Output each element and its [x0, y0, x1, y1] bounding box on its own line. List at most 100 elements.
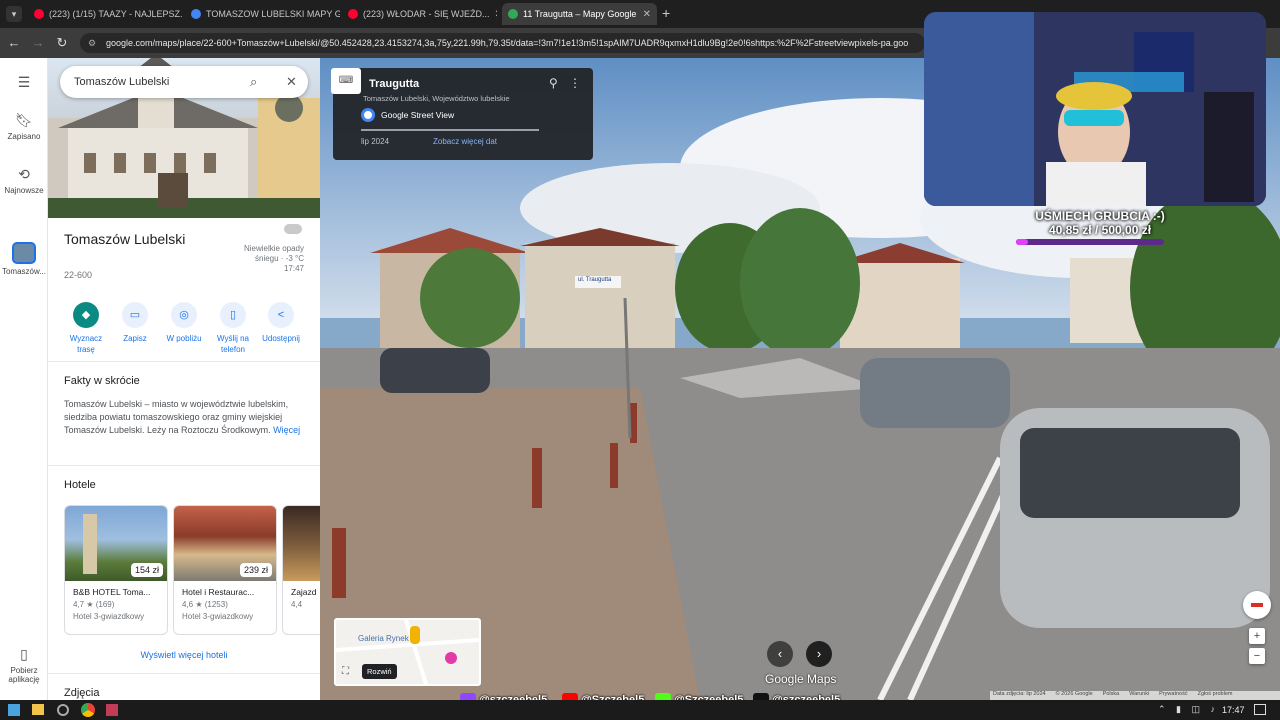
- phone-icon: ▯: [20, 646, 28, 662]
- webcam-overlay: [924, 12, 1266, 206]
- action-label: Udostępnij: [262, 334, 300, 343]
- hotel-card[interactable]: 239 zł Hotel i Restaurac... 4,6 ★ (1253)…: [173, 505, 277, 635]
- donation-goal: UŚMIECH GRUBCIA :-) 40,85 zł / 500,00 zł: [1000, 209, 1200, 237]
- location-pin-icon[interactable]: ⚲: [549, 76, 558, 90]
- pan-right-button[interactable]: ›: [806, 641, 832, 667]
- browser-tab-1[interactable]: (223) (1/15) TAAZY - NAJLEPSZ...✕: [28, 3, 183, 25]
- close-tab-icon[interactable]: ✕: [495, 9, 497, 20]
- nearby-button[interactable]: ◎ W pobliżu: [159, 302, 209, 344]
- rail-item-download-app[interactable]: ▯ Pobierz aplikację: [0, 646, 48, 684]
- directions-button[interactable]: ◆ Wyznacz trasę: [61, 302, 111, 355]
- hotel-price: 239 zł: [239, 563, 272, 577]
- browser-tab-3[interactable]: (223) WŁODAR - SIĘ WJEŹD... ✕: [342, 3, 497, 25]
- os-taskbar: ⌃ ▮ ◫ ♪ 17:47: [0, 700, 1280, 720]
- compass-needle: [1251, 603, 1263, 607]
- donation-amount: 40,85 zł: [1048, 223, 1092, 237]
- donation-separator: /: [1094, 223, 1099, 237]
- zoom-out-button[interactable]: −: [1249, 648, 1265, 664]
- hotel-rating: 4,7 ★ (169): [73, 600, 115, 609]
- rail-item-place[interactable]: Tomaszów...: [0, 242, 48, 276]
- hotel-name: B&B HOTEL Toma...: [73, 587, 151, 597]
- footer-report[interactable]: Zgłoś problem: [1198, 691, 1233, 700]
- browser-tab-2[interactable]: TOMASZOW LUBELSKI MAPY G...✕: [185, 3, 340, 25]
- facts-heading: Fakty w skrócie: [64, 375, 140, 387]
- hotel-card[interactable]: 154 zł B&B HOTEL Toma... 4,7 ★ (169) Hot…: [64, 505, 168, 635]
- forward-arrow-icon[interactable]: →: [28, 33, 48, 53]
- fullscreen-icon[interactable]: ⛶: [342, 666, 349, 677]
- weather-temp: śniegu · -3 °C: [255, 254, 304, 263]
- rail-item-saved[interactable]: 🔖︎ Zapisano: [0, 112, 48, 141]
- share-button[interactable]: < Udostępnij: [256, 302, 306, 344]
- app-icon[interactable]: [106, 704, 118, 716]
- zoom-in-button[interactable]: +: [1249, 628, 1265, 644]
- bookmark-icon: ▭: [122, 302, 148, 328]
- file-explorer-icon[interactable]: [32, 704, 44, 715]
- search-box[interactable]: Tomaszów Lubelski ⌕ ✕: [60, 66, 308, 98]
- map-footer: Data zdjęcia: lip 2024 © 2026 Google Pol…: [990, 691, 1280, 700]
- rail-label: Tomaszów...: [1, 267, 46, 276]
- close-tab-icon[interactable]: ✕: [643, 9, 651, 20]
- taskbar-clock[interactable]: 17:47: [1222, 705, 1245, 715]
- footer-country[interactable]: Polska: [1103, 691, 1120, 700]
- menu-button[interactable]: ☰: [0, 74, 48, 94]
- pegman-icon[interactable]: [410, 626, 420, 644]
- youtube-favicon-icon: [348, 9, 358, 19]
- save-button[interactable]: ▭ Zapisz: [110, 302, 160, 344]
- site-info-icon[interactable]: ⚙: [88, 33, 96, 53]
- back-arrow-icon[interactable]: ←: [4, 33, 24, 53]
- browser-tab-active[interactable]: 11 Traugutta – Mapy Google ✕: [502, 3, 657, 25]
- url-bar[interactable]: ⚙ google.com/maps/place/22-600+Tomaszów+…: [80, 33, 925, 53]
- minimap-poi-label: Galeria Rynek: [358, 634, 409, 643]
- rail-label: Najnowsze: [4, 186, 44, 195]
- street-view-minimap[interactable]: Galeria Rynek ⛶ Rozwiń: [334, 618, 481, 686]
- donation-title: UŚMIECH GRUBCIA :-): [1035, 209, 1165, 223]
- system-tray[interactable]: ⌃ ▮ ◫ ♪: [1158, 704, 1219, 715]
- donation-progress-track: [1016, 239, 1164, 245]
- youtube-favicon-icon: [34, 9, 44, 19]
- search-icon[interactable]: ⌕: [250, 66, 257, 98]
- search-input[interactable]: Tomaszów Lubelski: [74, 76, 169, 88]
- action-label: Wyślij na telefon: [217, 334, 249, 354]
- hotel-price: 154 zł: [130, 563, 163, 577]
- app-icon[interactable]: [57, 704, 69, 716]
- footer-privacy[interactable]: Prywatność: [1159, 691, 1187, 700]
- place-thumbnail: [12, 242, 36, 264]
- place-postal-code: 22-600: [64, 270, 93, 280]
- action-label: Zapisz: [123, 334, 147, 343]
- hotel-name: Hotel i Restaurac...: [182, 587, 255, 597]
- keyboard-icon[interactable]: ⌨: [331, 68, 361, 94]
- facts-more-link[interactable]: Więcej: [273, 425, 300, 435]
- footer-terms[interactable]: Warunki: [1129, 691, 1149, 700]
- rail-item-recent[interactable]: ⟲ Najnowsze: [0, 166, 48, 195]
- pan-left-button[interactable]: ‹: [767, 641, 793, 667]
- more-hotels-link[interactable]: Wyświetl więcej hoteli: [48, 650, 320, 660]
- chrome-icon[interactable]: [81, 703, 95, 717]
- start-icon[interactable]: [8, 704, 20, 716]
- hotel-photo: 154 zł: [65, 506, 167, 581]
- divider: [48, 361, 320, 362]
- hotel-card[interactable]: Zajazd 4,4: [282, 505, 320, 635]
- tab-search-button[interactable]: ▾: [6, 6, 22, 22]
- maps-favicon-icon: [508, 9, 518, 19]
- tab-title: TOMASZOW LUBELSKI MAPY G...: [206, 9, 340, 19]
- nearby-icon: ◎: [171, 302, 197, 328]
- send-to-phone-button[interactable]: ▯ Wyślij na telefon: [208, 302, 258, 355]
- expand-button[interactable]: Rozwiń: [362, 664, 397, 679]
- streamer-camera-feed: [924, 12, 1266, 206]
- divider: [48, 673, 320, 674]
- weather-time: 17:47: [283, 264, 304, 273]
- send-to-phone-icon: ▯: [220, 302, 246, 328]
- donation-goal-amount: 500,00 zł: [1101, 223, 1152, 237]
- reload-icon[interactable]: ↻: [52, 33, 72, 53]
- facts-body: Tomaszów Lubelski – miasto w województwi…: [64, 399, 289, 435]
- action-label: Wyznacz trasę: [69, 334, 103, 354]
- directions-icon: ◆: [73, 302, 99, 328]
- notifications-icon[interactable]: [1254, 704, 1266, 715]
- hamburger-menu-icon: ☰: [17, 74, 31, 90]
- new-tab-button[interactable]: +: [662, 5, 670, 21]
- close-icon[interactable]: ✕: [286, 66, 297, 98]
- more-dates-link[interactable]: Zobacz więcej dat: [433, 137, 497, 146]
- more-options-icon[interactable]: ⋮: [569, 76, 581, 90]
- hotel-class: Hotel 3-gwiazdkowy: [73, 612, 145, 621]
- rail-label: Pobierz aplikację: [8, 666, 40, 684]
